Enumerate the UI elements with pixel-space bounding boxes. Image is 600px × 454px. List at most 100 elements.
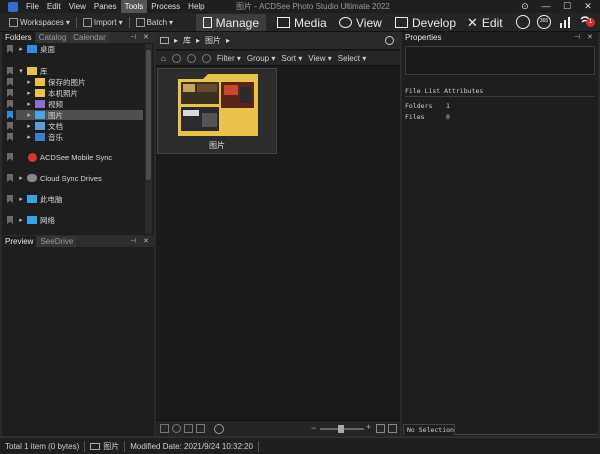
expand-arrow-icon[interactable]: ▸ <box>18 45 24 53</box>
expand-arrow-icon[interactable]: ▸ <box>26 133 32 141</box>
slideshow-icon[interactable] <box>214 424 224 434</box>
mode-edit[interactable]: ✕ Edit <box>460 14 510 31</box>
filter-menu[interactable]: Filter ▾ <box>217 54 241 63</box>
expand-arrow-icon[interactable]: ▸ <box>26 100 32 108</box>
menu-process[interactable]: Process <box>147 0 184 13</box>
menu-file[interactable]: File <box>22 0 43 13</box>
tab-folders[interactable]: Folders <box>2 32 35 43</box>
close-panel-icon[interactable]: ✕ <box>143 236 149 247</box>
folders-scrollbar[interactable] <box>145 44 152 234</box>
pin-icon[interactable]: ⊣ <box>130 236 136 247</box>
thumbnail-item[interactable]: 图片 <box>157 68 277 154</box>
refresh-icon[interactable] <box>385 36 394 45</box>
mode-media[interactable]: Media <box>270 14 334 31</box>
tree-item-mobile-sync[interactable]: ACDSee Mobile Sync <box>28 152 112 162</box>
up-icon[interactable] <box>201 53 211 63</box>
dashboard-icon[interactable] <box>516 15 530 29</box>
bookmark-icon[interactable] <box>7 133 13 141</box>
menu-view[interactable]: View <box>65 0 90 13</box>
compare-icon[interactable] <box>196 424 205 433</box>
minimize-button[interactable]: — <box>540 1 552 12</box>
properties-search-box[interactable] <box>405 46 595 75</box>
bookmark-icon[interactable] <box>7 89 13 97</box>
expand-arrow-icon[interactable]: ▸ <box>26 122 32 130</box>
tree-item-music[interactable]: ▸ 音乐 <box>26 132 63 142</box>
view-mode-icon[interactable] <box>376 424 385 433</box>
help-icon[interactable]: ⊙ <box>519 1 531 12</box>
tree-item-library[interactable]: ▾ 库 <box>18 66 47 76</box>
expand-arrow-icon[interactable]: ▸ <box>26 78 32 86</box>
expand-arrow-icon[interactable]: ▸ <box>18 216 24 224</box>
close-panel-icon[interactable]: ✕ <box>587 32 593 43</box>
breadcrumb-library[interactable]: 库 <box>183 35 191 46</box>
bookmark-icon[interactable] <box>7 122 13 130</box>
tree-item-saved-pictures[interactable]: ▸ 保存的图片 <box>26 77 85 87</box>
develop-icon <box>395 17 408 28</box>
forward-icon[interactable] <box>186 53 196 63</box>
workspaces-button[interactable]: Workspaces ▾ <box>6 16 73 29</box>
file-list-scrollbar[interactable] <box>392 68 399 418</box>
bookmark-icon[interactable] <box>7 45 13 53</box>
statistics-icon[interactable] <box>559 16 573 28</box>
expand-arrow-icon[interactable]: ▸ <box>18 195 24 203</box>
menu-edit[interactable]: Edit <box>43 0 65 13</box>
tree-item-desktop[interactable]: ▸ 桌面 <box>18 44 55 54</box>
home-icon[interactable]: ⌂ <box>161 54 166 63</box>
select-menu[interactable]: Select ▾ <box>338 54 366 63</box>
notifications-icon[interactable]: 1 <box>579 15 595 29</box>
zoom-in-icon[interactable]: + <box>366 422 371 432</box>
close-panel-icon[interactable]: ✕ <box>143 32 149 43</box>
import-button[interactable]: Import ▾ <box>80 16 126 29</box>
tab-seedrive[interactable]: SeeDrive <box>37 236 77 247</box>
tab-no-selection[interactable]: No Selection <box>403 424 455 435</box>
tree-item-cloud-sync[interactable]: ▸ Cloud Sync Drives <box>18 173 101 183</box>
mode-view[interactable]: View <box>332 14 389 31</box>
breadcrumb-pictures[interactable]: 图片 <box>205 35 221 46</box>
tab-preview[interactable]: Preview <box>2 236 37 247</box>
group-menu[interactable]: Group ▾ <box>247 54 275 63</box>
expand-arrow-icon[interactable]: ▸ <box>26 111 32 119</box>
pin-icon[interactable]: ⊣ <box>574 32 580 43</box>
view-menu[interactable]: View ▾ <box>308 54 331 63</box>
mode-manage[interactable]: Manage <box>196 14 266 31</box>
bookmark-icon[interactable] <box>7 67 13 75</box>
menu-tools[interactable]: Tools <box>120 0 148 13</box>
batch-button[interactable]: Batch ▾ <box>133 16 176 29</box>
menu-help[interactable]: Help <box>184 0 208 13</box>
tab-calendar[interactable]: Calendar <box>70 32 109 43</box>
menu-panes[interactable]: Panes <box>90 0 121 13</box>
mode-develop[interactable]: Develop <box>388 14 463 31</box>
bookmark-icon[interactable] <box>7 100 13 108</box>
rotate-left-icon[interactable] <box>160 424 169 433</box>
bookmark-icon[interactable] <box>7 153 13 161</box>
bookmark-icon[interactable] <box>7 111 13 119</box>
sort-menu[interactable]: Sort ▾ <box>281 54 302 63</box>
tree-item-pictures[interactable]: ▸ 图片 <box>16 110 143 120</box>
rotate-right-icon[interactable] <box>172 424 181 433</box>
maximize-button[interactable]: ☐ <box>561 1 573 12</box>
fit-icon[interactable] <box>388 424 397 433</box>
tree-item-camera-roll[interactable]: ▸ 本机照片 <box>26 88 78 98</box>
bookmark-icon[interactable] <box>7 195 13 203</box>
back-icon[interactable] <box>171 53 181 63</box>
close-button[interactable]: ✕ <box>582 1 594 12</box>
bookmark-icon[interactable] <box>7 78 13 86</box>
tab-catalog[interactable]: Catalog <box>35 32 70 43</box>
bookmark-icon[interactable] <box>7 174 13 182</box>
bookmark-icon[interactable] <box>7 216 13 224</box>
tree-item-documents[interactable]: ▸ 文档 <box>26 121 63 131</box>
zoom-slider[interactable] <box>320 425 364 433</box>
collapse-arrow-icon[interactable]: ▾ <box>18 67 24 75</box>
tree-item-this-pc[interactable]: ▸ 此电脑 <box>18 194 62 204</box>
zoom-out-icon[interactable]: − <box>311 423 316 433</box>
scrollbar-thumb[interactable] <box>146 50 151 180</box>
365-icon[interactable]: 365 <box>537 15 551 29</box>
tree-item-videos[interactable]: ▸ 视频 <box>26 99 63 109</box>
tag-icon[interactable] <box>184 424 193 433</box>
expand-arrow-icon[interactable]: ▸ <box>18 174 24 182</box>
pin-icon[interactable]: ⊣ <box>130 32 136 43</box>
chevron-right-icon: ▸ <box>226 36 231 45</box>
expand-arrow-icon[interactable]: ▸ <box>26 89 32 97</box>
tree-item-network[interactable]: ▸ 网络 <box>18 215 55 225</box>
zoom-slider-handle[interactable] <box>338 425 344 433</box>
